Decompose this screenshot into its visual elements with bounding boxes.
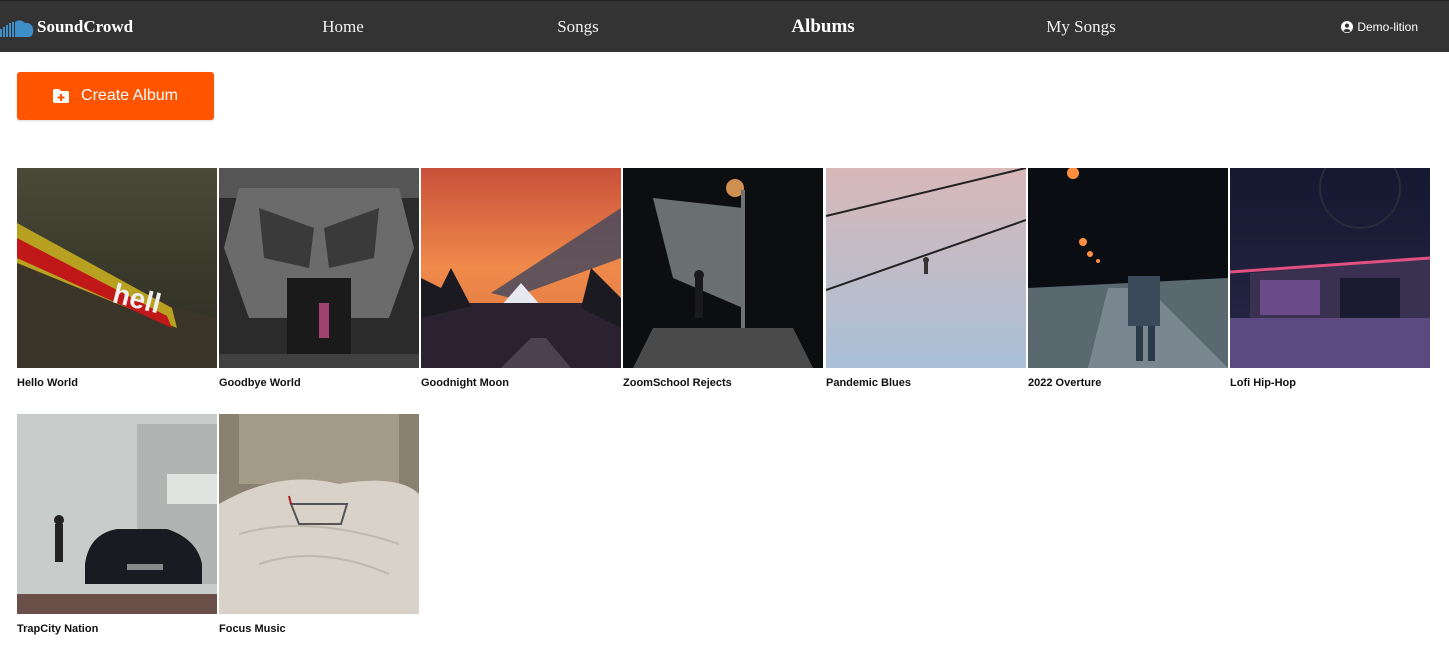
create-album-button[interactable]: Create Album bbox=[17, 72, 214, 120]
nav-link-my-songs[interactable]: My Songs bbox=[1046, 1, 1115, 53]
album-cover-image: hell bbox=[17, 168, 217, 368]
album-title: Goodnight Moon bbox=[421, 377, 509, 389]
album-card[interactable]: Pandemic Blues bbox=[826, 168, 1026, 389]
user-circle-icon bbox=[1341, 21, 1354, 33]
album-title: Focus Music bbox=[219, 623, 286, 635]
album-title: TrapCity Nation bbox=[17, 623, 99, 635]
album-cover-image bbox=[1028, 168, 1228, 368]
nav-link-albums[interactable]: Albums bbox=[791, 1, 854, 53]
soundcloud-logo-icon bbox=[0, 20, 34, 37]
create-album-label: Create Album bbox=[81, 87, 178, 104]
brand-home-link[interactable]: SoundCrowd bbox=[0, 1, 133, 53]
album-card[interactable]: Focus Music bbox=[219, 414, 419, 635]
album-title: Lofi Hip-Hop bbox=[1230, 377, 1296, 389]
brand-name: SoundCrowd bbox=[37, 17, 134, 36]
album-card[interactable]: hell Hello World bbox=[17, 168, 217, 389]
album-card[interactable]: ZoomSchool Rejects bbox=[623, 168, 823, 389]
album-cover-image bbox=[623, 168, 823, 368]
album-card[interactable]: Lofi Hip-Hop bbox=[1230, 168, 1430, 389]
user-menu[interactable]: Demo-lition bbox=[1341, 1, 1418, 53]
nav-link-songs[interactable]: Songs bbox=[557, 1, 599, 53]
nav-link-home[interactable]: Home bbox=[322, 1, 364, 53]
album-title: 2022 Overture bbox=[1028, 377, 1102, 389]
user-name: Demo-lition bbox=[1357, 20, 1418, 34]
album-card[interactable]: 2022 Overture bbox=[1028, 168, 1228, 389]
album-title: ZoomSchool Rejects bbox=[623, 377, 732, 389]
album-title: Goodbye World bbox=[219, 377, 301, 389]
album-title: Pandemic Blues bbox=[826, 377, 911, 389]
album-cover-image bbox=[826, 168, 1026, 368]
album-cover-image bbox=[219, 168, 419, 368]
album-cover-image bbox=[17, 414, 217, 614]
top-navbar: SoundCrowd Home Songs Albums My Songs De… bbox=[0, 0, 1449, 52]
album-cover-image bbox=[219, 414, 419, 614]
folder-plus-icon bbox=[53, 89, 70, 103]
album-card[interactable]: Goodbye World bbox=[219, 168, 419, 389]
album-card[interactable]: Goodnight Moon bbox=[421, 168, 621, 389]
album-cover-image bbox=[1230, 168, 1430, 368]
album-cover-image bbox=[421, 168, 621, 368]
album-title: Hello World bbox=[17, 377, 78, 389]
album-card[interactable]: TrapCity Nation bbox=[17, 414, 217, 635]
